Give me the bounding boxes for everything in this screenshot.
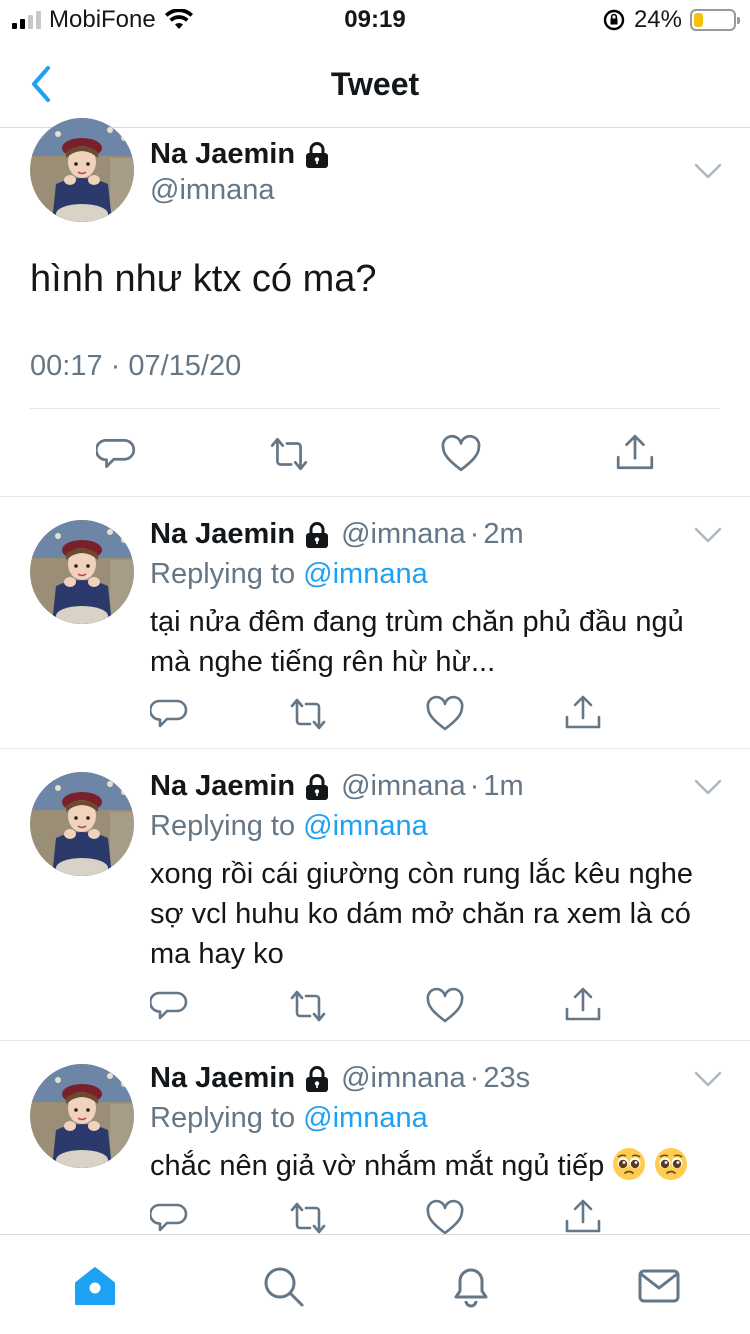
replying-to-link[interactable]: @imnana <box>303 558 428 590</box>
reply-icon[interactable] <box>150 1198 190 1238</box>
status-right: 24% <box>602 6 740 34</box>
avatar[interactable] <box>30 520 134 624</box>
home-icon[interactable] <box>72 1263 118 1309</box>
pleading-face-emoji <box>654 1147 689 1181</box>
battery-icon <box>690 9 740 31</box>
divider <box>30 408 720 409</box>
divider <box>0 748 750 749</box>
author-name[interactable]: Na Jaemin <box>150 518 295 551</box>
notifications-icon[interactable] <box>448 1263 494 1309</box>
avatar[interactable] <box>30 772 134 876</box>
separator-dot: · <box>469 1062 480 1094</box>
share-icon[interactable] <box>563 984 603 1024</box>
lock-icon <box>304 141 330 169</box>
replying-to: Replying to @imnana <box>150 810 428 843</box>
battery-percent: 24% <box>633 6 682 33</box>
replying-to-link[interactable]: @imnana <box>303 1102 428 1134</box>
tweet-timestamp: 00:17 · 07/15/20 <box>30 350 242 382</box>
retweet-icon[interactable] <box>288 1198 328 1238</box>
author-name[interactable]: Na Jaemin <box>150 1062 295 1095</box>
chevron-down-icon[interactable] <box>694 526 722 544</box>
reply-icon[interactable] <box>150 694 190 734</box>
author-row: Na Jaemin @imnana · 23s <box>150 1062 530 1095</box>
author-handle[interactable]: @imnana <box>341 1062 466 1095</box>
messages-icon[interactable] <box>636 1263 682 1309</box>
share-icon[interactable] <box>563 692 603 732</box>
avatar[interactable] <box>30 1064 134 1168</box>
page-title: Tweet <box>330 66 420 102</box>
like-icon[interactable] <box>425 1198 465 1238</box>
tab-bar <box>0 1234 750 1334</box>
author-row: Na Jaemin <box>150 138 331 171</box>
like-icon[interactable] <box>440 434 482 474</box>
author-row: Na Jaemin @imnana · 1m <box>150 770 524 803</box>
orientation-lock-icon <box>603 9 625 31</box>
separator-dot: · <box>469 770 480 802</box>
divider <box>0 1040 750 1041</box>
share-icon[interactable] <box>563 1196 603 1236</box>
like-icon[interactable] <box>425 986 465 1026</box>
retweet-icon[interactable] <box>268 434 310 474</box>
separator-dot: · <box>469 518 480 550</box>
replying-prefix: Replying to <box>150 558 296 590</box>
tweet-text: xong rồi cái giường còn rung lắc kêu ngh… <box>150 858 694 970</box>
author-handle[interactable]: @imnana <box>341 770 466 803</box>
divider <box>0 496 750 497</box>
search-icon[interactable] <box>260 1263 306 1309</box>
chevron-down-icon[interactable] <box>694 1070 722 1088</box>
battery-fill <box>694 13 704 27</box>
chevron-down-icon[interactable] <box>694 162 722 180</box>
tweet-text-row: chắc nên giả vờ nhắm mắt ngủ tiếp <box>150 1146 730 1186</box>
tweet-age: 23s <box>483 1062 531 1094</box>
author-name[interactable]: Na Jaemin <box>150 138 295 171</box>
replying-prefix: Replying to <box>150 1102 296 1134</box>
replying-to: Replying to @imnana <box>150 1102 428 1135</box>
lock-icon <box>304 521 330 549</box>
navigation-bar: Tweet <box>0 40 750 128</box>
tweet-age: 2m <box>483 518 524 550</box>
avatar[interactable] <box>30 118 134 222</box>
author-row: Na Jaemin @imnana · 2m <box>150 518 524 551</box>
retweet-icon[interactable] <box>288 694 328 734</box>
like-icon[interactable] <box>425 694 465 734</box>
tweet-text: tại nửa đêm đang trùm chăn phủ đầu ngủ m… <box>150 606 684 678</box>
status-bar: MobiFone 09:19 24% <box>0 0 750 40</box>
tweet-age: 1m <box>483 770 524 802</box>
replying-to: Replying to @imnana <box>150 558 428 591</box>
replying-to-link[interactable]: @imnana <box>303 810 428 842</box>
retweet-icon[interactable] <box>288 986 328 1026</box>
share-icon[interactable] <box>614 432 656 472</box>
author-name[interactable]: Na Jaemin <box>150 770 295 803</box>
tweet-text: hình như ktx có ma? <box>30 258 377 300</box>
author-handle[interactable]: @imnana <box>341 518 466 551</box>
tweet-text: chắc nên giả vờ nhắm mắt ngủ tiếp <box>150 1150 605 1182</box>
reply-icon[interactable] <box>96 434 138 474</box>
pleading-face-emoji <box>612 1147 647 1181</box>
chevron-down-icon[interactable] <box>694 778 722 796</box>
replying-prefix: Replying to <box>150 810 296 842</box>
lock-icon <box>304 1065 330 1093</box>
author-handle[interactable]: @imnana <box>150 174 275 207</box>
reply-icon[interactable] <box>150 986 190 1026</box>
lock-icon <box>304 773 330 801</box>
